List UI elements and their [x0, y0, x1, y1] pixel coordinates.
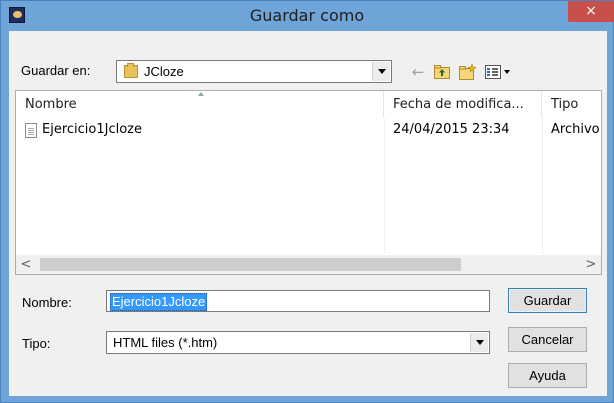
view-menu-svg: [485, 65, 510, 79]
horizontal-scrollbar[interactable]: < >: [16, 255, 601, 274]
column-header-date[interactable]: Fecha de modifica...: [384, 91, 542, 118]
dialog-body: Guardar en: JCloze ← Nombre Fecha de mod…: [9, 31, 607, 396]
location-label: Guardar en:: [21, 63, 91, 78]
help-button[interactable]: Ayuda: [508, 363, 587, 388]
chevron-down-icon[interactable]: [470, 333, 488, 352]
filename-input[interactable]: Ejercicio1Jcloze: [106, 290, 490, 312]
location-value: JCloze: [144, 64, 184, 79]
filetype-combo[interactable]: HTML files (*.htm): [106, 331, 490, 354]
file-type: Archivo: [551, 122, 600, 137]
filetype-label: Tipo:: [22, 336, 51, 351]
new-folder-icon[interactable]: [457, 63, 479, 81]
filename-value: Ejercicio1Jcloze: [110, 293, 208, 311]
sort-ascending-icon: [198, 92, 204, 96]
cancel-button[interactable]: Cancelar: [508, 327, 587, 352]
back-arrow-icon[interactable]: ←: [407, 63, 429, 81]
title-bar[interactable]: Guardar como ×: [1, 1, 614, 31]
up-folder-icon[interactable]: [431, 63, 453, 81]
up-folder-svg: [434, 65, 450, 79]
location-combo[interactable]: JCloze: [116, 60, 392, 83]
scrollbar-thumb[interactable]: [40, 258, 461, 271]
chevron-down-icon[interactable]: [372, 62, 390, 81]
close-button[interactable]: ×: [568, 1, 614, 22]
folder-icon: [124, 63, 138, 78]
filetype-value: HTML files (*.htm): [113, 335, 218, 350]
scroll-right-icon[interactable]: >: [581, 255, 601, 274]
scroll-left-icon[interactable]: <: [16, 255, 36, 274]
file-name: Ejercicio1Jcloze: [42, 122, 142, 137]
new-folder-svg: [459, 64, 477, 80]
filename-label: Nombre:: [22, 295, 72, 310]
save-as-dialog: Guardar como × Guardar en: JCloze ← Nomb…: [0, 0, 614, 403]
window-title: Guardar como: [249, 6, 365, 25]
save-button[interactable]: Guardar: [508, 288, 587, 313]
file-date: 24/04/2015 23:34: [393, 122, 510, 137]
file-row[interactable]: Ejercicio1Jcloze 24/04/2015 23:34 Archiv…: [16, 121, 601, 141]
html-file-icon: [25, 123, 37, 138]
file-list[interactable]: Nombre Fecha de modifica... Tipo Ejercic…: [15, 90, 602, 275]
view-menu-icon[interactable]: [483, 63, 513, 81]
column-header-type[interactable]: Tipo: [542, 91, 601, 118]
